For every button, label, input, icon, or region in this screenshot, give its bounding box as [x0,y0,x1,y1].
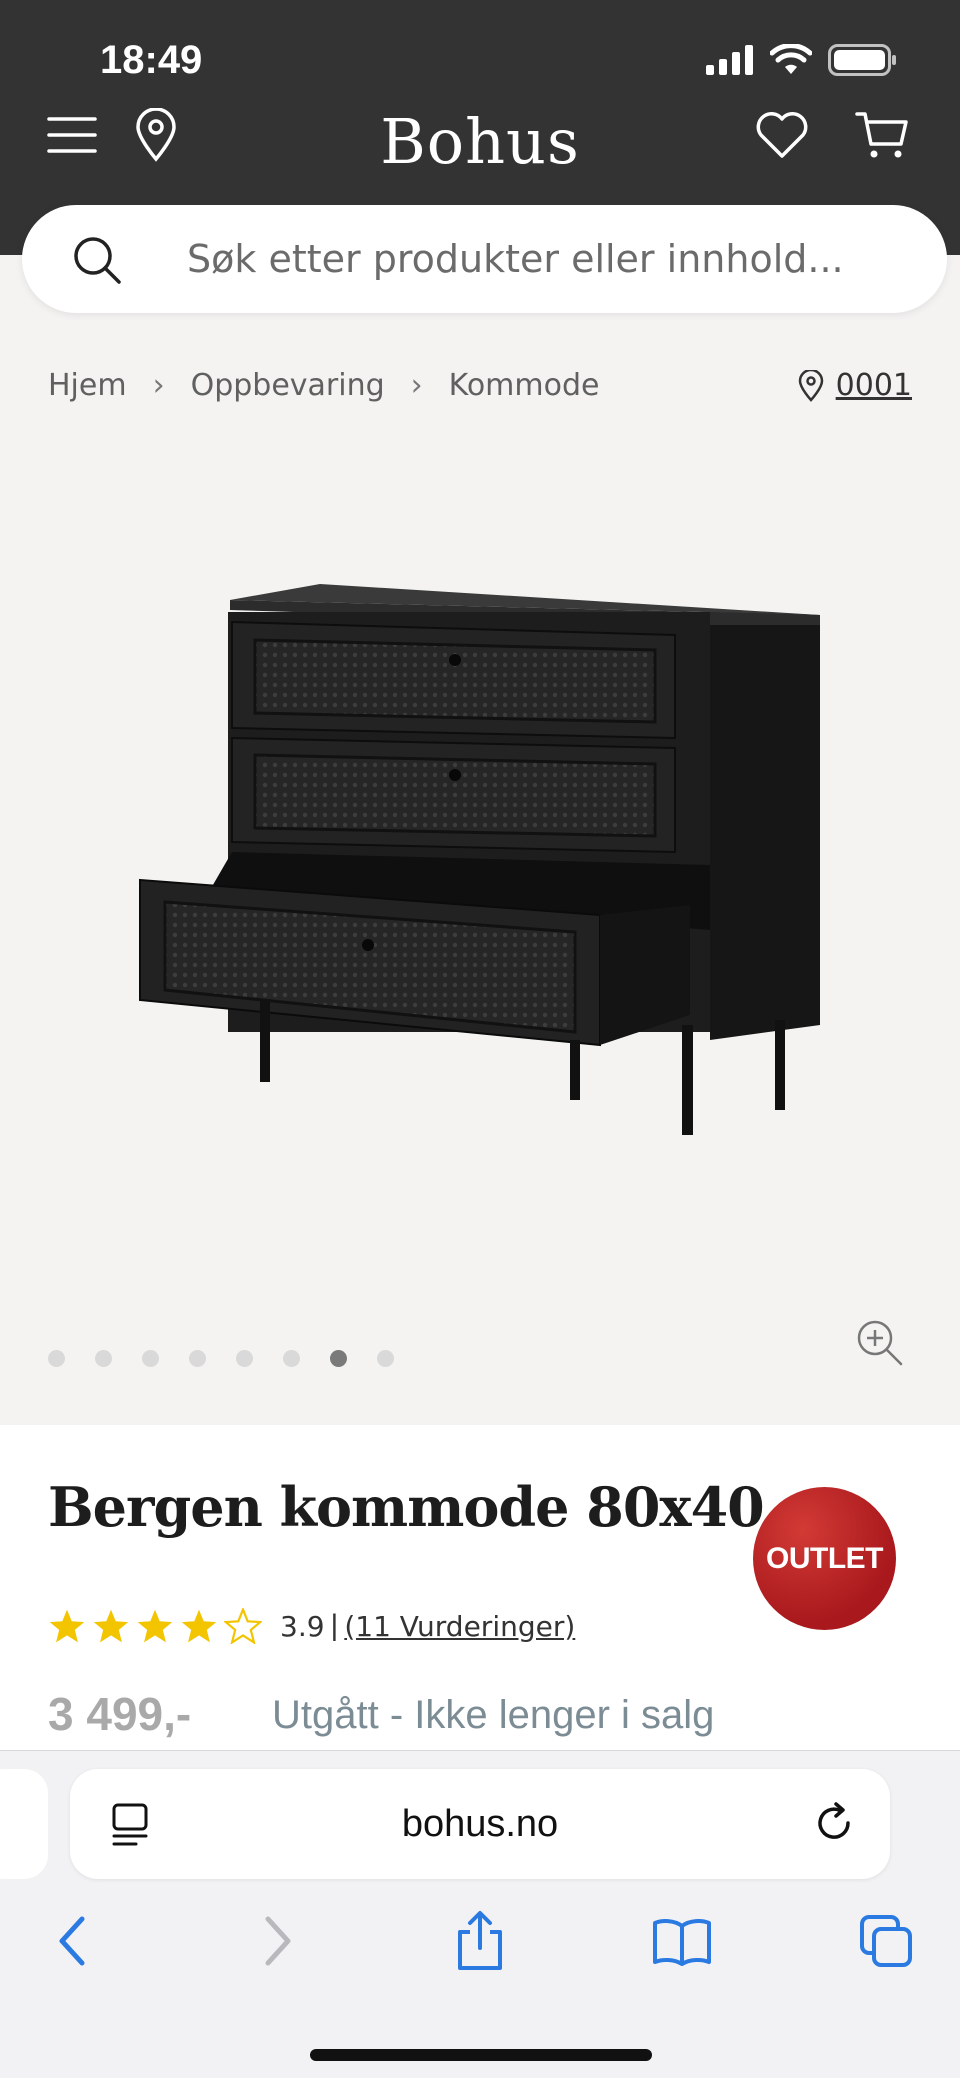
previous-tab-preview[interactable] [0,1769,48,1879]
carousel-dot[interactable] [48,1350,65,1367]
product-price: 3 499,- [48,1688,192,1740]
location-pin-icon [798,369,823,402]
signal-icon [706,45,753,75]
brand-logo[interactable]: Bohus [0,105,960,178]
search-bar[interactable] [22,205,947,313]
back-button[interactable] [32,1901,112,1981]
availability-status: Utgått - Ikke lenger i salg [272,1693,715,1737]
wifi-icon [770,44,812,74]
product-image[interactable] [120,570,840,1220]
browser-bottom-bar: bohus.no [0,1750,960,2078]
battery-icon [828,44,896,76]
carousel-dot-active[interactable] [330,1350,347,1367]
product-rating[interactable]: 3.9 | (11 Vurderinger) [48,1608,575,1644]
wishlist-button[interactable] [752,105,812,165]
home-indicator [310,2049,652,2061]
heart-icon [756,112,808,158]
tabs-button[interactable] [846,1901,926,1981]
url-text[interactable]: bohus.no [70,1803,890,1846]
tabs-icon [860,1915,912,1967]
breadcrumb: Hjem › Oppbevaring › Kommode [48,368,599,403]
search-icon [74,237,121,284]
reviews-link[interactable]: (11 Vurderinger) [344,1610,575,1643]
rating-value: 3.9 [280,1609,325,1643]
star-filled-icon [49,1609,85,1643]
breadcrumb-current[interactable]: Kommode [449,368,600,403]
star-filled-icon [93,1609,129,1643]
breadcrumb-home[interactable]: Hjem [48,368,127,403]
carousel-dot[interactable] [142,1350,159,1367]
carousel-dot[interactable] [95,1350,112,1367]
star-filled-icon [137,1609,173,1643]
outlet-badge-label: OUTLET [766,1541,884,1575]
share-button[interactable] [440,1901,520,1981]
chevron-right-icon: › [152,368,165,403]
carousel-dot[interactable] [236,1350,253,1367]
carousel-dot[interactable] [377,1350,394,1367]
back-arrow-icon [59,1916,85,1966]
product-title: Bergen kommode 80x40 [48,1475,765,1539]
address-bar[interactable]: bohus.no [70,1769,890,1879]
chevron-right-icon: › [410,368,423,403]
star-filled-icon [181,1609,217,1643]
forward-button[interactable] [238,1901,318,1981]
share-icon [458,1911,502,1970]
carousel-dot[interactable] [283,1350,300,1367]
zoom-in-icon[interactable] [855,1318,905,1368]
product-info: Bergen kommode 80x40 OUTLET 3.9 | (11 Vu… [0,1425,960,1750]
bookmarks-button[interactable] [642,1901,722,1981]
browser-toolbar [0,1901,960,2001]
reload-icon[interactable] [812,1801,856,1845]
book-icon [653,1919,711,1966]
carousel-dots[interactable] [48,1350,394,1367]
cart-button[interactable] [852,105,912,165]
star-empty-icon [224,1608,262,1644]
cart-icon [855,112,908,158]
outlet-badge: OUTLET [753,1487,896,1630]
rating-stars [48,1608,262,1644]
store-selector[interactable]: 0001 [798,368,912,403]
status-icons [706,44,898,76]
rating-separator: | [330,1609,339,1642]
search-input[interactable] [187,231,887,287]
forward-arrow-icon [265,1916,291,1966]
status-time: 18:49 [100,38,203,82]
carousel-dot[interactable] [189,1350,206,1367]
store-id[interactable]: 0001 [836,368,912,403]
breadcrumb-storage[interactable]: Oppbevaring [191,368,385,403]
